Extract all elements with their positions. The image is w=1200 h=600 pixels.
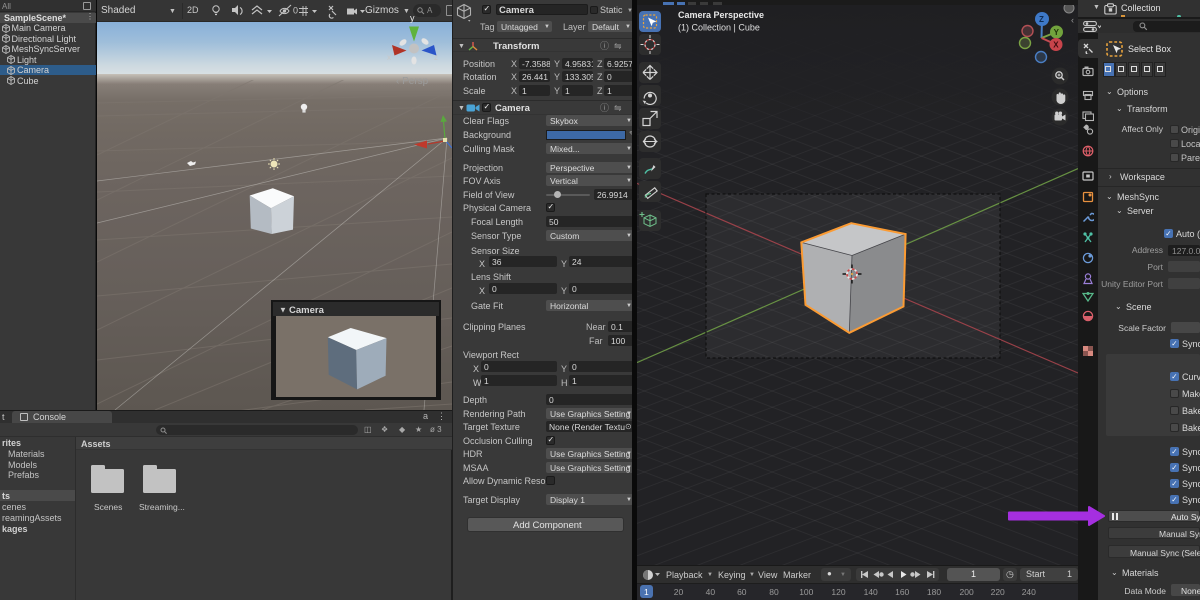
svg-text:0: 0	[293, 6, 298, 16]
svg-text:Y: Y	[1054, 28, 1060, 37]
svg-text:‹: ‹	[1071, 15, 1074, 25]
svg-text:(1) Collection | Cube: (1) Collection | Cube	[678, 23, 760, 33]
svg-text:x: x	[387, 53, 391, 62]
svg-text:X: X	[1053, 41, 1059, 50]
svg-text:Camera Perspective: Camera Perspective	[678, 10, 764, 20]
svg-text:z: z	[434, 53, 438, 62]
svg-text:‹ Persp: ‹ Persp	[396, 76, 429, 87]
svg-text:▼: ▼	[279, 306, 287, 315]
svg-text:Camera: Camera	[289, 305, 325, 316]
svg-text:Z: Z	[1039, 15, 1044, 24]
